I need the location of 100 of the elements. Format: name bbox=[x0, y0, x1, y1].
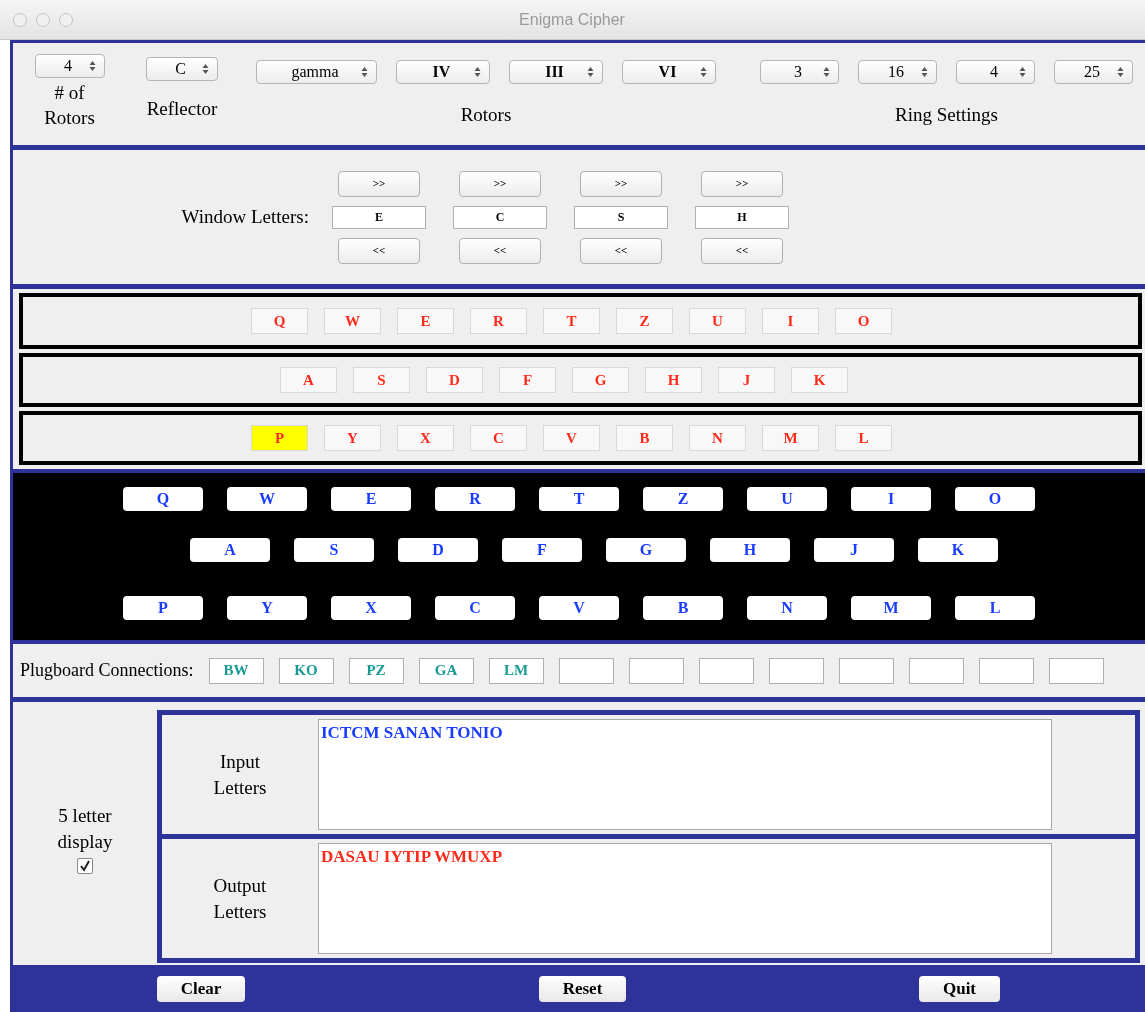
rotors-label: Rotors bbox=[460, 103, 512, 127]
key-button[interactable]: D bbox=[398, 538, 478, 562]
stepper-arrows-icon bbox=[361, 66, 368, 78]
plug-pair-field[interactable] bbox=[768, 657, 824, 684]
rotate-back-button[interactable]: << bbox=[701, 237, 783, 264]
dropdown-select[interactable]: 4 bbox=[956, 60, 1035, 84]
plug-pair-field[interactable] bbox=[978, 657, 1034, 684]
key-button[interactable]: Q bbox=[123, 487, 203, 511]
lamp: Q bbox=[251, 308, 308, 334]
key-button[interactable]: Y bbox=[227, 596, 307, 620]
stepper-arrows-icon bbox=[88, 60, 96, 72]
rotate-back-button[interactable]: << bbox=[338, 237, 420, 264]
lamp: R bbox=[470, 308, 527, 334]
key-button[interactable]: S bbox=[294, 538, 374, 562]
dropdown-select[interactable]: 4 bbox=[34, 54, 105, 78]
stepper-arrows-icon bbox=[700, 66, 707, 78]
five-letter-checkbox[interactable] bbox=[77, 858, 93, 874]
key-button[interactable]: J bbox=[814, 538, 894, 562]
lamp: B bbox=[616, 425, 673, 451]
output-text-area[interactable]: DASAU IYTIP WMUXP bbox=[318, 843, 1052, 954]
key-button[interactable]: F bbox=[502, 538, 582, 562]
input-text-area[interactable]: ICTCM SANAN TONIO bbox=[318, 719, 1052, 830]
rotate-forward-button[interactable]: >> bbox=[580, 170, 662, 197]
key-button[interactable]: O bbox=[955, 487, 1035, 511]
key-button[interactable]: C bbox=[435, 596, 515, 620]
key-button[interactable]: V bbox=[539, 596, 619, 620]
plug-pair-field[interactable]: KO bbox=[278, 657, 334, 684]
stepper-arrows-icon bbox=[823, 66, 830, 78]
lamp: F bbox=[499, 367, 556, 393]
key-button[interactable]: E bbox=[331, 487, 411, 511]
window-control-icon[interactable] bbox=[13, 12, 27, 27]
rotor-count-label: # of Rotors bbox=[43, 81, 96, 130]
lamp: X bbox=[397, 425, 454, 451]
key-button[interactable]: X bbox=[331, 596, 411, 620]
window-letter-field: E bbox=[332, 205, 426, 229]
plugboard-label: Plugboard Connections: bbox=[20, 659, 194, 682]
plug-pair-field[interactable]: BW bbox=[208, 657, 264, 684]
plug-pair-field[interactable]: PZ bbox=[348, 657, 404, 684]
key-button[interactable]: Z bbox=[643, 487, 723, 511]
plug-pair-field[interactable] bbox=[1048, 657, 1104, 684]
key-button[interactable]: N bbox=[747, 596, 827, 620]
plug-pair-field[interactable] bbox=[558, 657, 614, 684]
window-control-icon[interactable] bbox=[36, 12, 50, 27]
lamp: E bbox=[397, 308, 454, 334]
lamp: Y bbox=[324, 425, 381, 451]
lamp: G bbox=[572, 367, 629, 393]
action-button[interactable]: Reset bbox=[539, 975, 626, 1002]
dropdown-select[interactable]: 16 bbox=[858, 60, 937, 84]
stepper-arrows-icon bbox=[202, 63, 209, 75]
action-button[interactable]: Clear bbox=[157, 975, 245, 1002]
stepper-arrows-icon bbox=[587, 66, 594, 78]
plug-pair-field[interactable] bbox=[908, 657, 964, 684]
key-button[interactable]: R bbox=[435, 487, 515, 511]
rotate-back-button[interactable]: << bbox=[580, 237, 662, 264]
plug-pair-field[interactable]: GA bbox=[418, 657, 474, 684]
key-button[interactable]: W bbox=[227, 487, 307, 511]
checkmark-icon bbox=[79, 860, 91, 872]
plug-pair-field[interactable] bbox=[698, 657, 754, 684]
key-button[interactable]: U bbox=[747, 487, 827, 511]
lamp: Z bbox=[616, 308, 673, 334]
plug-pair-field[interactable] bbox=[628, 657, 684, 684]
key-button[interactable]: P bbox=[123, 596, 203, 620]
input-letters-label: Input Letters bbox=[212, 749, 268, 800]
rotate-forward-button[interactable]: >> bbox=[459, 170, 541, 197]
dropdown-select[interactable]: 25 bbox=[1054, 60, 1133, 84]
key-button[interactable]: K bbox=[918, 538, 998, 562]
action-button[interactable]: Quit bbox=[919, 975, 1000, 1002]
window-letter-field: C bbox=[453, 205, 547, 229]
lamp: O bbox=[835, 308, 892, 334]
plug-pair-field[interactable] bbox=[838, 657, 894, 684]
dropdown-select[interactable]: VI bbox=[622, 60, 716, 84]
lamp: S bbox=[353, 367, 410, 393]
key-button[interactable]: G bbox=[606, 538, 686, 562]
dropdown-select[interactable]: 3 bbox=[760, 60, 839, 84]
key-button[interactable]: I bbox=[851, 487, 931, 511]
lamp: M bbox=[762, 425, 819, 451]
window-control-icon[interactable] bbox=[59, 12, 73, 27]
window-letter-field: S bbox=[574, 205, 668, 229]
key-button[interactable]: B bbox=[643, 596, 723, 620]
plug-pair-field[interactable]: LM bbox=[488, 657, 544, 684]
output-letters-label: Output Letters bbox=[212, 873, 268, 924]
lamp: D bbox=[426, 367, 483, 393]
dropdown-select[interactable]: C bbox=[146, 57, 218, 81]
lamp: N bbox=[689, 425, 746, 451]
lamp: I bbox=[762, 308, 819, 334]
key-button[interactable]: L bbox=[955, 596, 1035, 620]
key-button[interactable]: T bbox=[539, 487, 619, 511]
rotate-forward-button[interactable]: >> bbox=[338, 170, 420, 197]
dropdown-select[interactable]: III bbox=[509, 60, 603, 84]
rotate-back-button[interactable]: << bbox=[459, 237, 541, 264]
rotate-forward-button[interactable]: >> bbox=[701, 170, 783, 197]
key-button[interactable]: A bbox=[190, 538, 270, 562]
stepper-arrows-icon bbox=[921, 66, 928, 78]
dropdown-select[interactable]: gamma bbox=[256, 60, 377, 84]
key-button[interactable]: H bbox=[710, 538, 790, 562]
lamp: U bbox=[689, 308, 746, 334]
key-button[interactable]: M bbox=[851, 596, 931, 620]
ring-settings-label: Ring Settings bbox=[895, 103, 998, 127]
dropdown-select[interactable]: IV bbox=[396, 60, 490, 84]
lamp: J bbox=[718, 367, 775, 393]
